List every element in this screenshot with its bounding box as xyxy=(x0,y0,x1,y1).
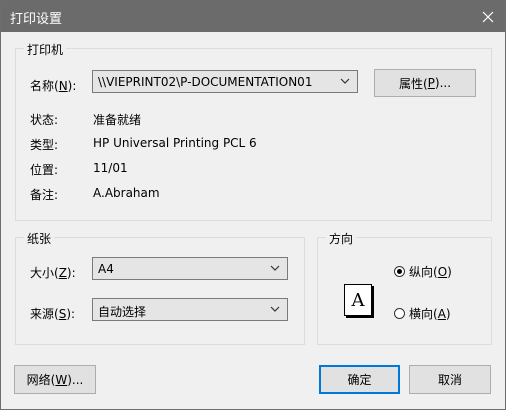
landscape-radio[interactable]: 横向(A) xyxy=(394,305,451,322)
paper-group: 纸张 xyxy=(15,230,305,345)
location-label: 位置: xyxy=(30,163,59,177)
type-value: HP Universal Printing PCL 6 xyxy=(93,136,257,150)
paper-size-label: 大小(Z): xyxy=(30,266,76,280)
printer-group-title: 打印机 xyxy=(24,41,67,58)
close-button[interactable] xyxy=(471,1,505,32)
network-button[interactable]: 网络(W)... xyxy=(14,365,96,394)
portrait-radio[interactable]: 纵向(O) xyxy=(394,263,452,280)
properties-button[interactable]: 属性(P)... xyxy=(374,69,476,97)
paper-source-label: 来源(S): xyxy=(30,307,76,321)
radio-circle-unchecked xyxy=(394,308,405,319)
status-label: 状态: xyxy=(30,113,59,127)
location-value: 11/01 xyxy=(93,161,128,175)
paper-size-combobox[interactable]: A4 xyxy=(92,257,288,280)
status-value: 准备就绪 xyxy=(93,113,142,127)
comment-label: 备注: xyxy=(30,188,59,202)
title-bar: 打印设置 xyxy=(1,1,505,32)
cancel-button[interactable]: 取消 xyxy=(409,365,491,394)
printer-name-label: 名称(N): xyxy=(30,79,77,93)
chevron-down-icon xyxy=(270,306,280,312)
chevron-down-icon xyxy=(340,78,350,84)
paper-source-combobox[interactable]: 自动选择 xyxy=(92,298,288,321)
chevron-down-icon xyxy=(270,265,280,271)
orientation-group-title: 方向 xyxy=(326,230,357,247)
close-icon xyxy=(482,11,494,22)
comment-value: A.Abraham xyxy=(93,186,160,200)
landscape-label: 横向(A) xyxy=(409,307,451,321)
paper-orientation-icon: A xyxy=(344,284,372,316)
paper-group-title: 纸张 xyxy=(24,230,55,247)
paper-source-value: 自动选择 xyxy=(98,305,147,319)
ok-button[interactable]: 确定 xyxy=(319,365,400,394)
radio-circle-checked xyxy=(394,266,405,277)
portrait-label: 纵向(O) xyxy=(409,265,452,279)
type-label: 类型: xyxy=(30,138,59,152)
paper-size-value: A4 xyxy=(98,262,114,276)
window-title: 打印设置 xyxy=(10,12,63,27)
print-setup-dialog: 打印设置 打印机 名称(N): \\VIEPRINT02\P-DOCUMENTA… xyxy=(0,0,506,410)
printer-name-value: \\VIEPRINT02\P-DOCUMENTATION01 xyxy=(98,75,313,89)
printer-name-combobox[interactable]: \\VIEPRINT02\P-DOCUMENTATION01 xyxy=(92,70,358,93)
